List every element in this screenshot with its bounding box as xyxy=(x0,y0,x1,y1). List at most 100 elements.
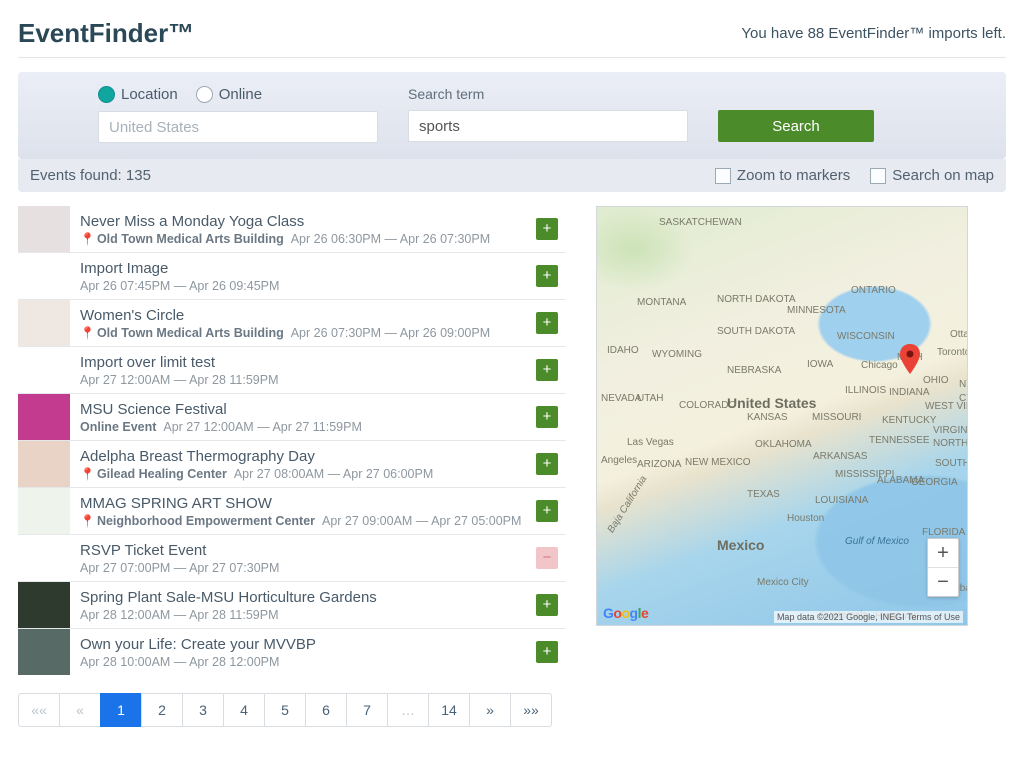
map-label: SASKATCHEWAN xyxy=(659,217,742,228)
map-label: NORTH CAROLINA xyxy=(933,439,968,449)
event-time: Apr 27 07:00PM — Apr 27 07:30PM xyxy=(80,561,279,575)
search-button[interactable]: Search xyxy=(718,110,874,142)
location-pin-icon: 📍 xyxy=(80,467,95,481)
map-label: ARIZONA xyxy=(637,459,681,470)
search-on-map-checkbox[interactable]: Search on map xyxy=(870,167,994,184)
event-title: Women's Circle xyxy=(80,307,524,324)
search-on-map-label: Search on map xyxy=(892,167,994,184)
zoom-out-button[interactable]: − xyxy=(928,567,958,596)
add-event-button[interactable]: + xyxy=(536,312,558,334)
page-14[interactable]: 14 xyxy=(428,693,470,727)
event-action-col: + xyxy=(532,206,566,252)
event-body: Spring Plant Sale-MSU Horticulture Garde… xyxy=(70,582,532,628)
page-4[interactable]: 4 xyxy=(223,693,265,727)
location-pin-icon: 📍 xyxy=(80,326,95,340)
event-meta: Apr 27 12:00AM — Apr 28 11:59PM xyxy=(80,373,524,387)
event-time: Apr 28 10:00AM — Apr 28 12:00PM xyxy=(80,655,279,669)
event-location: Old Town Medical Arts Building xyxy=(97,326,284,340)
add-event-button[interactable]: + xyxy=(536,406,558,428)
event-meta: Apr 27 07:00PM — Apr 27 07:30PM xyxy=(80,561,524,575)
event-row[interactable]: MMAG SPRING ART SHOW 📍Neighborhood Empowe… xyxy=(18,487,566,534)
map-attribution: Map data ©2021 Google, INEGI Terms of Us… xyxy=(774,611,963,623)
event-row[interactable]: Own your Life: Create your MVVBPApr 28 1… xyxy=(18,628,566,675)
map-label: TEXAS xyxy=(747,489,780,500)
event-body: Women's Circle 📍Old Town Medical Arts Bui… xyxy=(70,300,532,346)
event-meta: 📍Neighborhood Empowerment Center Apr 27 … xyxy=(80,514,524,528)
map[interactable]: United States Mexico SASKATCHEWAN MONTAN… xyxy=(596,206,968,626)
location-input[interactable] xyxy=(98,111,378,143)
page-next[interactable]: » xyxy=(469,693,511,727)
event-list: Never Miss a Monday Yoga Class📍Old Town … xyxy=(18,206,566,675)
page-5[interactable]: 5 xyxy=(264,693,306,727)
event-body: Own your Life: Create your MVVBPApr 28 1… xyxy=(70,629,532,675)
map-label: WEST VIRGINIA xyxy=(925,402,968,412)
event-meta: Apr 26 07:45PM — Apr 26 09:45PM xyxy=(80,279,524,293)
event-thumbnail xyxy=(18,488,70,534)
event-title: Spring Plant Sale-MSU Horticulture Garde… xyxy=(80,589,524,606)
event-action-col: + xyxy=(532,629,566,675)
map-label: IOWA xyxy=(807,359,833,370)
google-logo: Google xyxy=(603,605,648,621)
event-title: Adelpha Breast Thermography Day xyxy=(80,448,524,465)
event-meta: 📍Gilead Healing Center Apr 27 08:00AM — … xyxy=(80,467,524,481)
event-row[interactable]: RSVP Ticket EventApr 27 07:00PM — Apr 27… xyxy=(18,534,566,581)
page-6[interactable]: 6 xyxy=(305,693,347,727)
page-7[interactable]: 7 xyxy=(346,693,388,727)
event-row[interactable]: Adelpha Breast Thermography Day 📍Gilead H… xyxy=(18,440,566,487)
event-location: Gilead Healing Center xyxy=(97,467,227,481)
radio-location[interactable]: Location xyxy=(98,86,178,103)
map-label: Las Vegas xyxy=(627,437,674,448)
page-1[interactable]: 1 xyxy=(100,693,142,727)
event-thumbnail xyxy=(18,300,70,346)
event-row[interactable]: Women's Circle 📍Old Town Medical Arts Bui… xyxy=(18,299,566,346)
map-label: WISCONSIN xyxy=(837,331,895,342)
map-label: Baja California xyxy=(606,474,650,535)
zoom-to-markers-checkbox[interactable]: Zoom to markers xyxy=(715,167,850,184)
map-label: MISSOURI xyxy=(812,412,861,423)
add-event-button[interactable]: + xyxy=(536,265,558,287)
event-body: MSU Science FestivalOnline Event Apr 27 … xyxy=(70,394,532,440)
zoom-in-button[interactable]: + xyxy=(928,539,958,567)
search-term-input[interactable] xyxy=(408,110,688,142)
event-action-col: + xyxy=(532,300,566,346)
map-label: UTAH xyxy=(637,393,663,404)
map-label: KANSAS xyxy=(747,412,788,423)
event-thumbnail xyxy=(18,629,70,675)
page-prev: « xyxy=(59,693,101,727)
add-event-button[interactable]: + xyxy=(536,641,558,663)
checkbox-icon xyxy=(870,168,886,184)
event-title: MMAG SPRING ART SHOW xyxy=(80,495,524,512)
event-title: Never Miss a Monday Yoga Class xyxy=(80,213,524,230)
event-body: Never Miss a Monday Yoga Class📍Old Town … xyxy=(70,206,532,252)
map-label: WYOMING xyxy=(652,349,702,360)
map-label: OHIO xyxy=(923,375,949,386)
add-event-button[interactable]: + xyxy=(536,594,558,616)
event-time: Apr 27 09:00AM — Apr 27 05:00PM xyxy=(322,514,521,528)
page-last[interactable]: »» xyxy=(510,693,552,727)
remove-event-button[interactable]: − xyxy=(536,547,558,569)
radio-dot-icon xyxy=(196,86,213,103)
event-action-col: − xyxy=(532,535,566,581)
event-thumbnail xyxy=(18,441,70,487)
map-label: OKLAHOMA xyxy=(755,439,812,450)
event-row[interactable]: Import ImageApr 26 07:45PM — Apr 26 09:4… xyxy=(18,252,566,299)
event-row[interactable]: Never Miss a Monday Yoga Class📍Old Town … xyxy=(18,206,566,252)
event-body: RSVP Ticket EventApr 27 07:00PM — Apr 27… xyxy=(70,535,532,581)
event-title: MSU Science Festival xyxy=(80,401,524,418)
add-event-button[interactable]: + xyxy=(536,359,558,381)
event-row[interactable]: Spring Plant Sale-MSU Horticulture Garde… xyxy=(18,581,566,628)
add-event-button[interactable]: + xyxy=(536,218,558,240)
add-event-button[interactable]: + xyxy=(536,453,558,475)
event-thumbnail xyxy=(18,582,70,628)
event-row[interactable]: MSU Science FestivalOnline Event Apr 27 … xyxy=(18,393,566,440)
map-label: ONTARIO xyxy=(851,285,896,296)
page-3[interactable]: 3 xyxy=(182,693,224,727)
page-2[interactable]: 2 xyxy=(141,693,183,727)
event-body: Adelpha Breast Thermography Day 📍Gilead H… xyxy=(70,441,532,487)
radio-online[interactable]: Online xyxy=(196,86,262,103)
event-meta: 📍Old Town Medical Arts Building Apr 26 0… xyxy=(80,326,524,340)
map-label: Houston xyxy=(787,513,824,524)
event-action-col: + xyxy=(532,347,566,393)
add-event-button[interactable]: + xyxy=(536,500,558,522)
event-row[interactable]: Import over limit testApr 27 12:00AM — A… xyxy=(18,346,566,393)
